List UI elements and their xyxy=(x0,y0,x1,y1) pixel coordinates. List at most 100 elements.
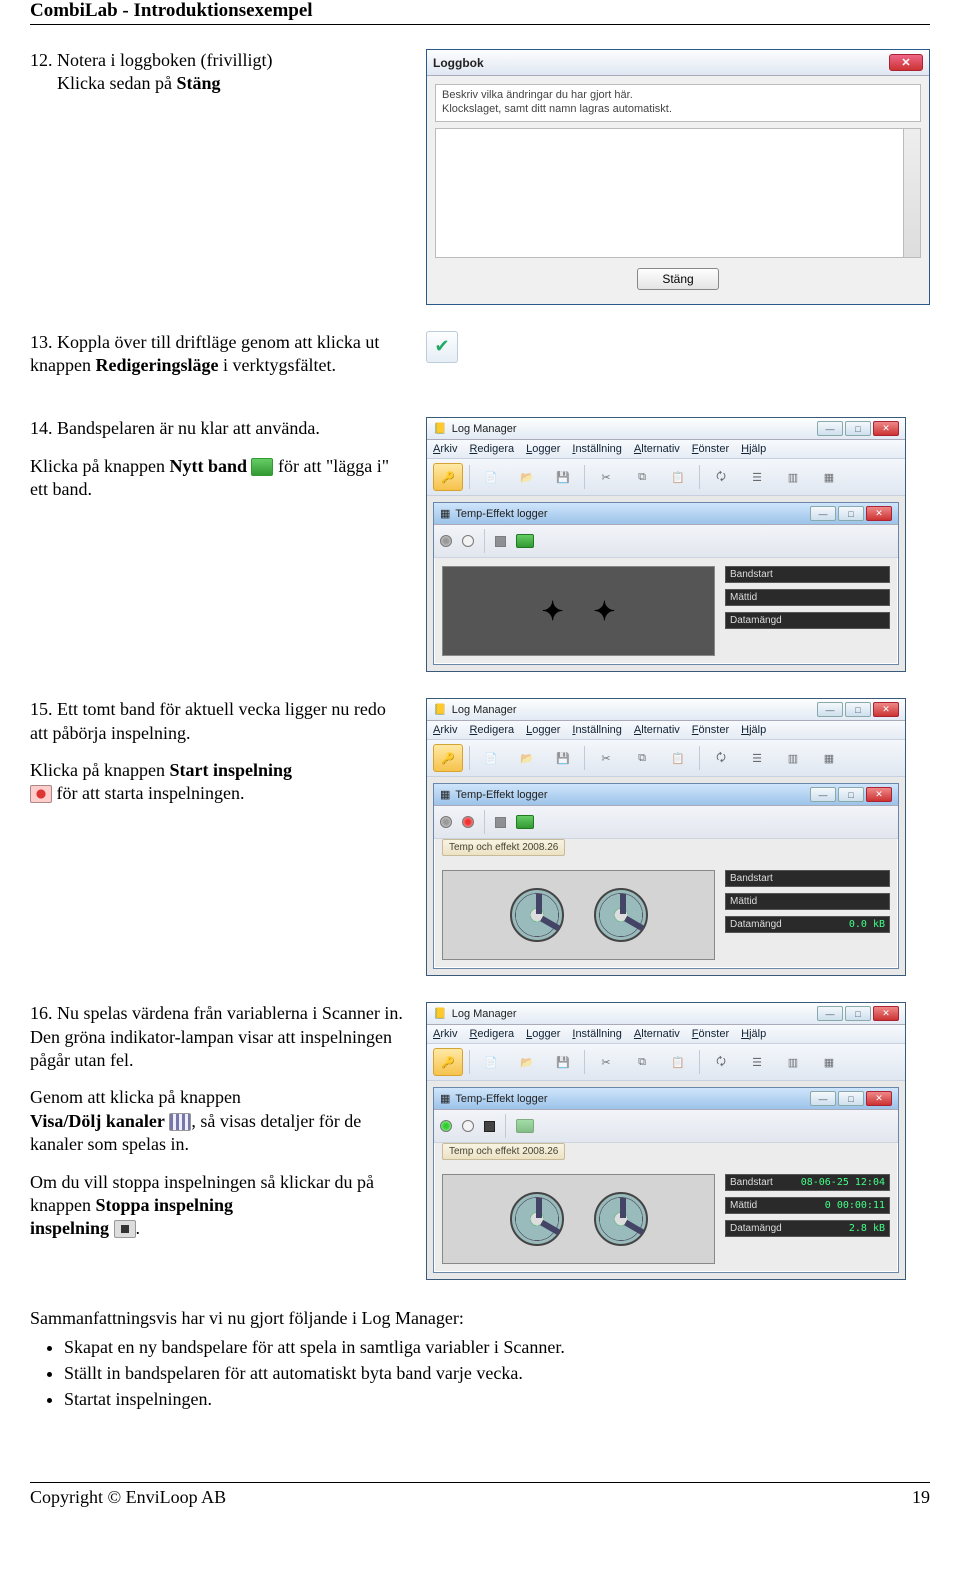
cross-icon: ✦ xyxy=(594,596,616,627)
field-mattid: Mättid xyxy=(725,589,890,606)
new-tape-icon[interactable] xyxy=(251,458,273,476)
reel-icon xyxy=(510,1192,564,1246)
tape-display xyxy=(442,870,715,960)
lm-menubar[interactable]: Arkiv Redigera Logger Inställning Altern… xyxy=(427,440,905,459)
open-icon[interactable]: 📂 xyxy=(512,463,542,491)
step-16-row: 16. Nu spelas värdena från variablerna i… xyxy=(30,1002,930,1280)
menu-alternativ[interactable]: Alternativ xyxy=(634,443,680,455)
cut-icon[interactable]: ✂ xyxy=(591,463,621,491)
step-14-row: 14. Bandspelaren är nu klar att använda.… xyxy=(30,417,930,672)
page-number: 19 xyxy=(912,1487,930,1508)
paste-icon[interactable]: 📋 xyxy=(663,463,693,491)
step-12-row: 12. Notera i loggboken (frivilligt) Klic… xyxy=(30,49,930,305)
reel-icon xyxy=(510,888,564,942)
status-dot xyxy=(440,816,452,828)
record-button[interactable] xyxy=(462,1120,474,1132)
step-12-text: 12. Notera i loggboken (frivilligt) Klic… xyxy=(30,49,404,96)
close-icon[interactable]: ✕ xyxy=(873,702,899,717)
menu-installning[interactable]: Inställning xyxy=(572,443,622,455)
stop-icon[interactable] xyxy=(495,817,506,828)
new-tape-button[interactable] xyxy=(516,1119,534,1133)
lm-menubar[interactable]: ArkivRedigeraLoggerInställningAlternativ… xyxy=(427,721,905,740)
logger-child-window: ▦ Temp-Effekt logger — □ ✕ xyxy=(433,502,899,665)
close-icon[interactable]: ✕ xyxy=(866,506,892,521)
summary-item: Skapat en ny bandspelare för att spela i… xyxy=(64,1335,930,1359)
channels-icon[interactable] xyxy=(169,1113,191,1131)
menu-redigera[interactable]: Redigera xyxy=(469,443,514,455)
logger-icon: ▦ xyxy=(440,507,450,520)
copyright: Copyright © EnviLoop AB xyxy=(30,1487,226,1508)
maximize-icon[interactable]: □ xyxy=(845,421,871,436)
tape2-icon[interactable]: ▦ xyxy=(814,463,844,491)
key-icon[interactable]: 🔑 xyxy=(433,744,463,772)
logmanager-window-16: 📒Log Manager —□✕ ArkivRedigeraLoggerInst… xyxy=(426,1002,906,1280)
maximize-icon[interactable]: □ xyxy=(845,702,871,717)
loggbok-textarea[interactable]: ▴ ▾ xyxy=(435,128,921,258)
lm-title: Log Manager xyxy=(452,423,517,435)
maximize-icon[interactable]: □ xyxy=(838,506,864,521)
reel-icon xyxy=(594,888,648,942)
new-tape-button[interactable] xyxy=(516,815,534,829)
app-icon: 📒 xyxy=(433,703,447,716)
close-icon[interactable]: ✕ xyxy=(889,54,923,71)
edit-mode-icon[interactable]: ✔ xyxy=(426,331,458,363)
loggbok-title: Loggbok xyxy=(433,56,484,70)
step-15-text: 15. Ett tomt band för aktuell vecka ligg… xyxy=(30,698,404,806)
status-dot-empty xyxy=(462,535,474,547)
summary-intro: Sammanfattningsvis har vi nu gjort följa… xyxy=(30,1306,930,1330)
lm-title: Log Manager xyxy=(452,704,517,716)
record-icon[interactable] xyxy=(30,785,52,803)
menu-logger[interactable]: Logger xyxy=(526,443,560,455)
step-13-text: 13. Koppla över till driftläge genom att… xyxy=(30,331,404,378)
logger-title: Temp-Effekt logger xyxy=(455,508,547,520)
menu-fonster[interactable]: Fönster xyxy=(692,443,729,455)
lm-title: Log Manager xyxy=(452,1008,517,1020)
refresh-icon[interactable]: 🗘 xyxy=(706,463,736,491)
minimize-icon[interactable]: — xyxy=(817,421,843,436)
tape-label: Temp och effekt 2008.26 xyxy=(442,1143,565,1160)
menu-arkiv[interactable]: Arkiv xyxy=(433,443,457,455)
page-footer: Copyright © EnviLoop AB 19 xyxy=(30,1482,930,1508)
key-icon[interactable]: 🔑 xyxy=(433,463,463,491)
stop-icon[interactable] xyxy=(114,1220,136,1238)
reel-icon xyxy=(594,1192,648,1246)
summary-item: Startat inspelningen. xyxy=(64,1387,930,1411)
scroll-up-icon[interactable]: ▴ xyxy=(906,131,918,143)
field-datamangd: Datamängd0.0 kB xyxy=(725,916,890,933)
logmanager-window-15: 📒 Log Manager — □ ✕ ArkivRedigeraLoggerIn… xyxy=(426,698,906,976)
step-14-text: 14. Bandspelaren är nu klar att använda.… xyxy=(30,417,404,501)
summary: Sammanfattningsvis har vi nu gjort följa… xyxy=(30,1306,930,1411)
cross-icon: ✦ xyxy=(542,596,564,627)
menu-hjalp[interactable]: Hjälp xyxy=(741,443,766,455)
field-bandstart: Bandstart xyxy=(725,870,890,887)
minimize-icon[interactable]: — xyxy=(817,702,843,717)
tape-display xyxy=(442,1174,715,1264)
field-datamangd: Datamängd2.8 kB xyxy=(725,1220,890,1237)
logger-title: Temp-Effekt logger xyxy=(455,789,547,801)
field-mattid: Mättid xyxy=(725,893,890,910)
tape-display: ✦ ✦ xyxy=(442,566,715,656)
loggbok-infobox: Beskriv vilka ändringar du har gjort här… xyxy=(435,84,921,122)
list-icon[interactable]: ☰ xyxy=(742,463,772,491)
lm-toolbar: 🔑 📄 📂 💾 ✂ ⧉ 📋 🗘 ☰ ▥ ▦ xyxy=(427,459,905,496)
new-tape-button[interactable] xyxy=(516,534,534,548)
lm-menubar[interactable]: ArkivRedigeraLoggerInställningAlternativ… xyxy=(427,1025,905,1044)
tape-label: Temp och effekt 2008.26 xyxy=(442,839,565,856)
record-button[interactable] xyxy=(462,816,474,828)
copy-icon[interactable]: ⧉ xyxy=(627,463,657,491)
summary-item: Ställt in bandspelaren för att automatis… xyxy=(64,1361,930,1385)
close-icon[interactable]: ✕ xyxy=(873,421,899,436)
field-datamangd: Datamängd xyxy=(725,612,890,629)
loggbok-close-button[interactable]: Stäng xyxy=(637,268,718,290)
scroll-down-icon[interactable]: ▾ xyxy=(906,243,918,255)
page-header: CombiLab - Introduktionsexempel xyxy=(30,0,930,25)
tape-icon[interactable]: ▥ xyxy=(778,463,808,491)
new-icon[interactable]: 📄 xyxy=(476,463,506,491)
loggbok-dialog: Loggbok ✕ Beskriv vilka ändringar du har… xyxy=(426,49,930,305)
field-bandstart: Bandstart xyxy=(725,566,890,583)
stop-button[interactable] xyxy=(484,1121,495,1132)
stop-icon[interactable] xyxy=(495,536,506,547)
minimize-icon[interactable]: — xyxy=(810,506,836,521)
save-icon[interactable]: 💾 xyxy=(548,463,578,491)
status-dot-grey xyxy=(440,535,452,547)
